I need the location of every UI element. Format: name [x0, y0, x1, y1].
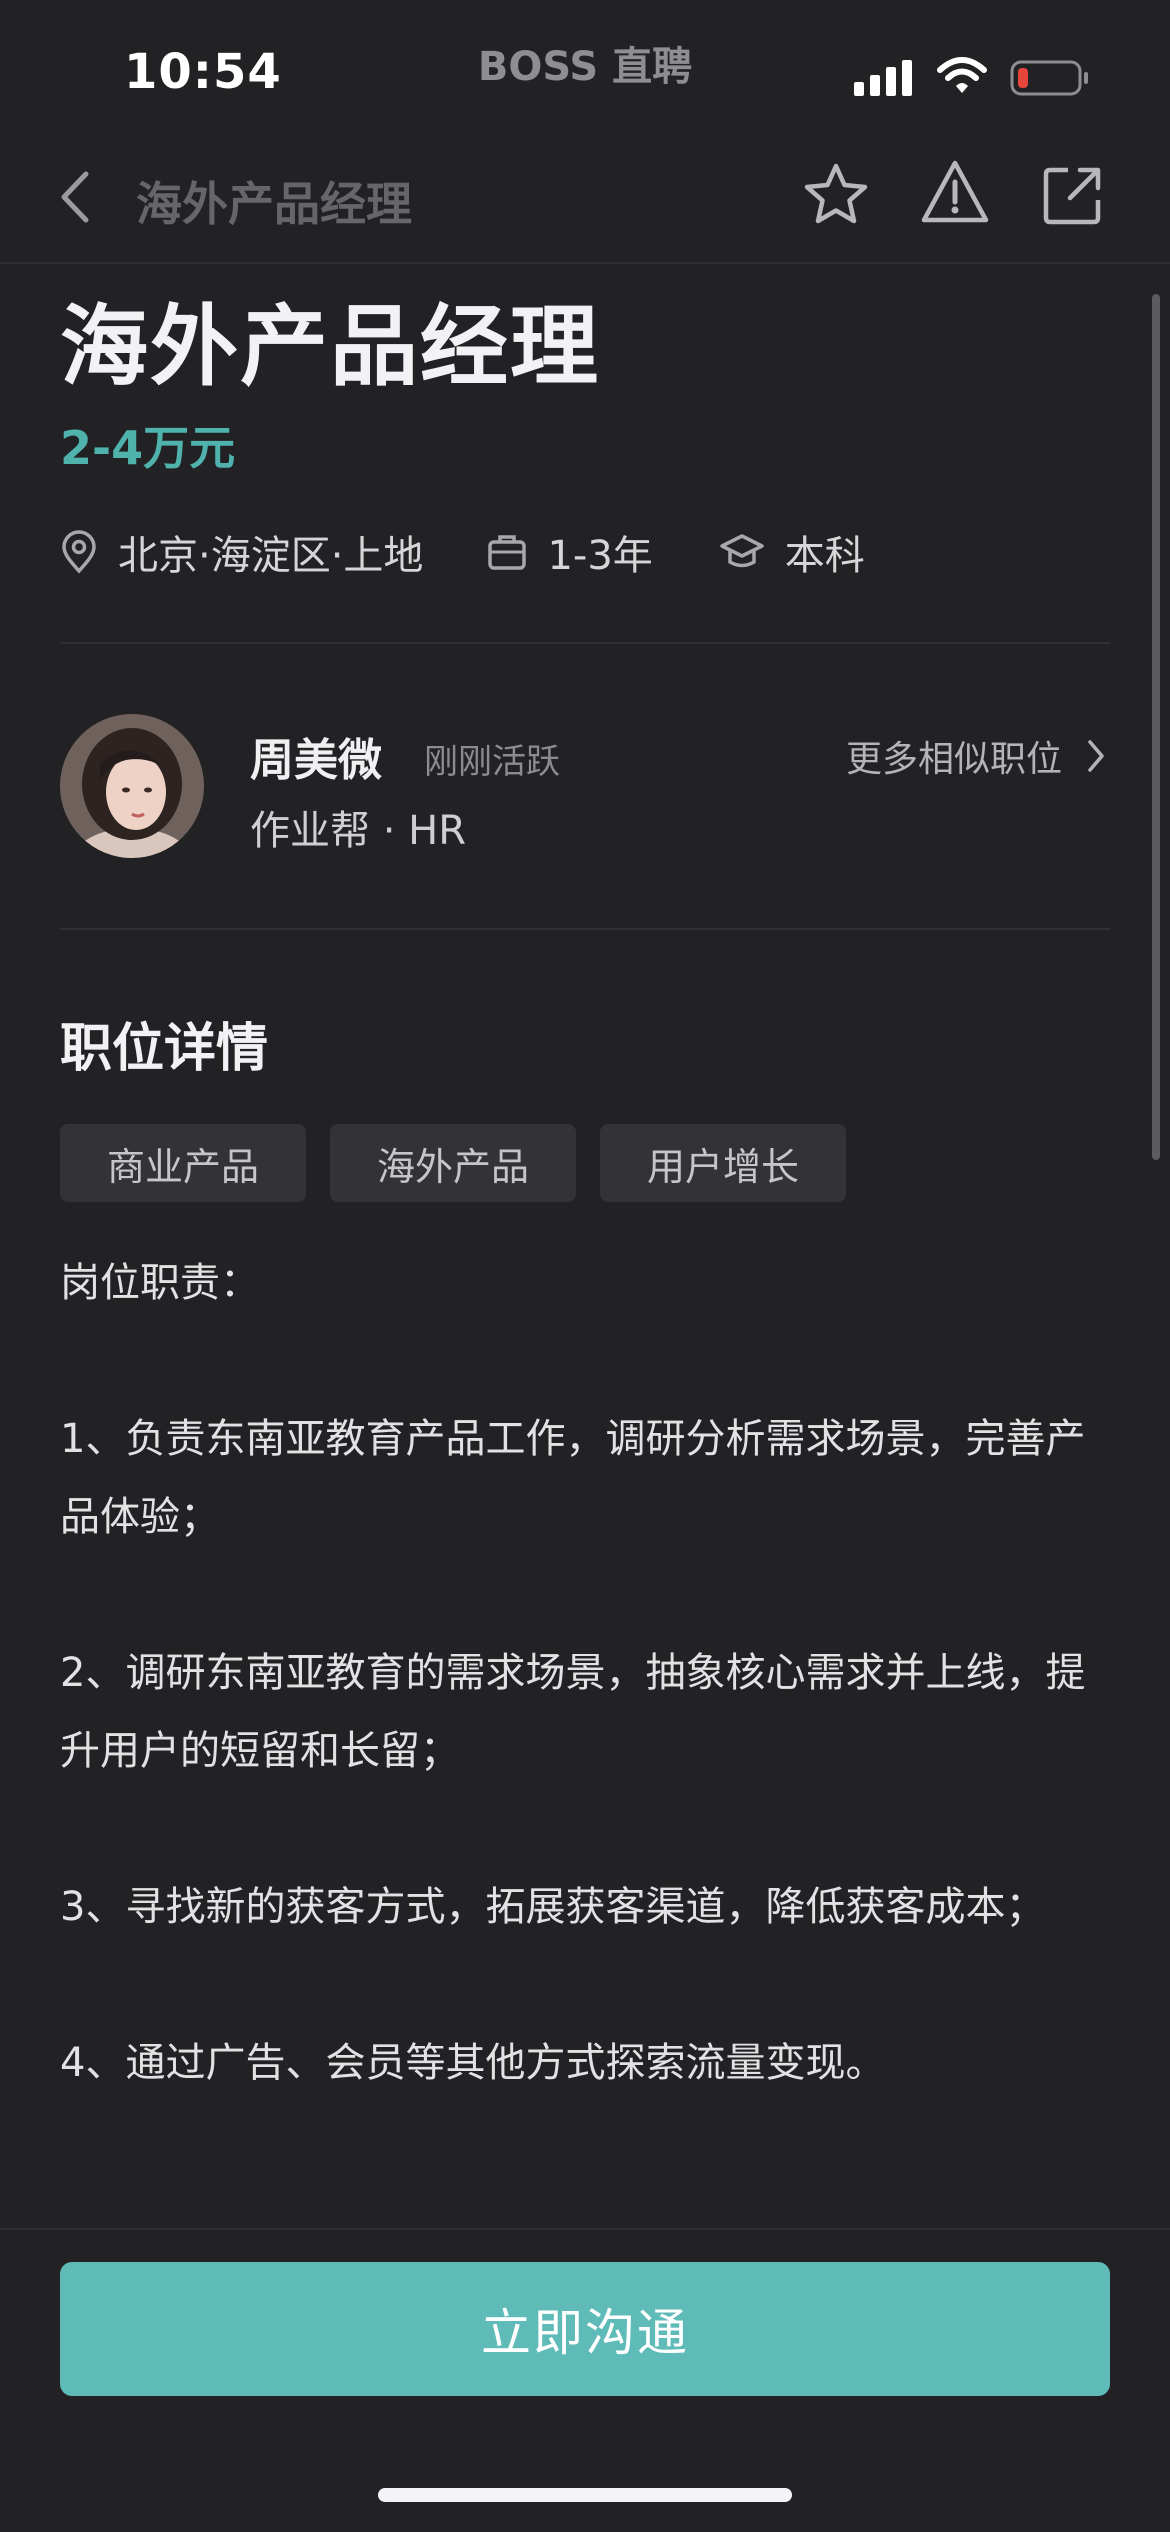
recruiter-company-role: 作业帮 · HR: [250, 808, 467, 854]
recruiter-avatar[interactable]: [60, 714, 204, 858]
recruiter-active-status: 刚刚活跃: [424, 742, 560, 782]
job-description: 岗位职责： 1、负责东南亚教育产品工作，调研分析需求场景，完善产品体验； 2、调…: [60, 1244, 1100, 2102]
more-similar-jobs-label: 更多相似职位: [846, 739, 1063, 780]
divider: [60, 928, 1110, 930]
experience-text: 1-3年: [547, 533, 653, 579]
graduation-cap-icon: [720, 534, 764, 568]
tag-business-product: 商业产品: [60, 1124, 306, 1202]
share-icon[interactable]: [1040, 162, 1106, 228]
star-icon[interactable]: [800, 160, 872, 232]
salary: 2-4万元: [60, 421, 236, 475]
back-icon[interactable]: [56, 168, 96, 226]
chat-now-button[interactable]: 立即沟通: [60, 2262, 1110, 2396]
divider: [60, 642, 1110, 644]
skill-tags: 商业产品 海外产品 用户增长: [60, 1124, 870, 1202]
recruiter-name: 周美微: [250, 735, 382, 786]
location-pin-icon: [62, 530, 96, 574]
cellular-signal-icon: [854, 60, 912, 96]
scrollbar[interactable]: [1152, 294, 1160, 1160]
chevron-right-icon: [1088, 740, 1104, 772]
experience-item: 1-3年: [487, 523, 653, 581]
responsibility-item: 4、通过广告、会员等其他方式探索流量变现。: [60, 2040, 886, 2086]
wifi-icon: [937, 57, 987, 93]
status-app-brand: BOSS 直聘: [477, 44, 693, 90]
more-similar-jobs-link[interactable]: 更多相似职位: [846, 730, 1106, 782]
section-title-job-details: 职位详情: [60, 1019, 269, 1079]
battery-icon: [1010, 60, 1088, 96]
responsibility-item: 3、寻找新的获客方式，拓展获客渠道，降低获客成本；: [60, 1884, 1046, 1930]
location-item: 北京·海淀区·上地: [60, 523, 423, 581]
job-meta-row: 北京·海淀区·上地 1-3年 本科: [60, 522, 865, 582]
education-text: 本科: [784, 533, 865, 579]
job-title: 海外产品经理: [60, 295, 601, 398]
education-item: 本科: [719, 523, 865, 581]
tag-user-growth: 用户增长: [600, 1124, 846, 1202]
nav-title: 海外产品经理: [136, 177, 412, 231]
warning-icon[interactable]: [918, 156, 992, 230]
description-heading: 岗位职责：: [60, 1260, 260, 1306]
location-text: 北京·海淀区·上地: [118, 533, 424, 579]
responsibility-item: 1、负责东南亚教育产品工作，调研分析需求场景，完善产品体验；: [60, 1416, 1086, 1540]
home-indicator[interactable]: [378, 2488, 792, 2502]
briefcase-icon: [488, 535, 527, 570]
responsibility-item: 2、调研东南亚教育的需求场景，抽象核心需求并上线，提升用户的短留和长留；: [60, 1650, 1086, 1774]
tag-overseas-product: 海外产品: [330, 1124, 576, 1202]
